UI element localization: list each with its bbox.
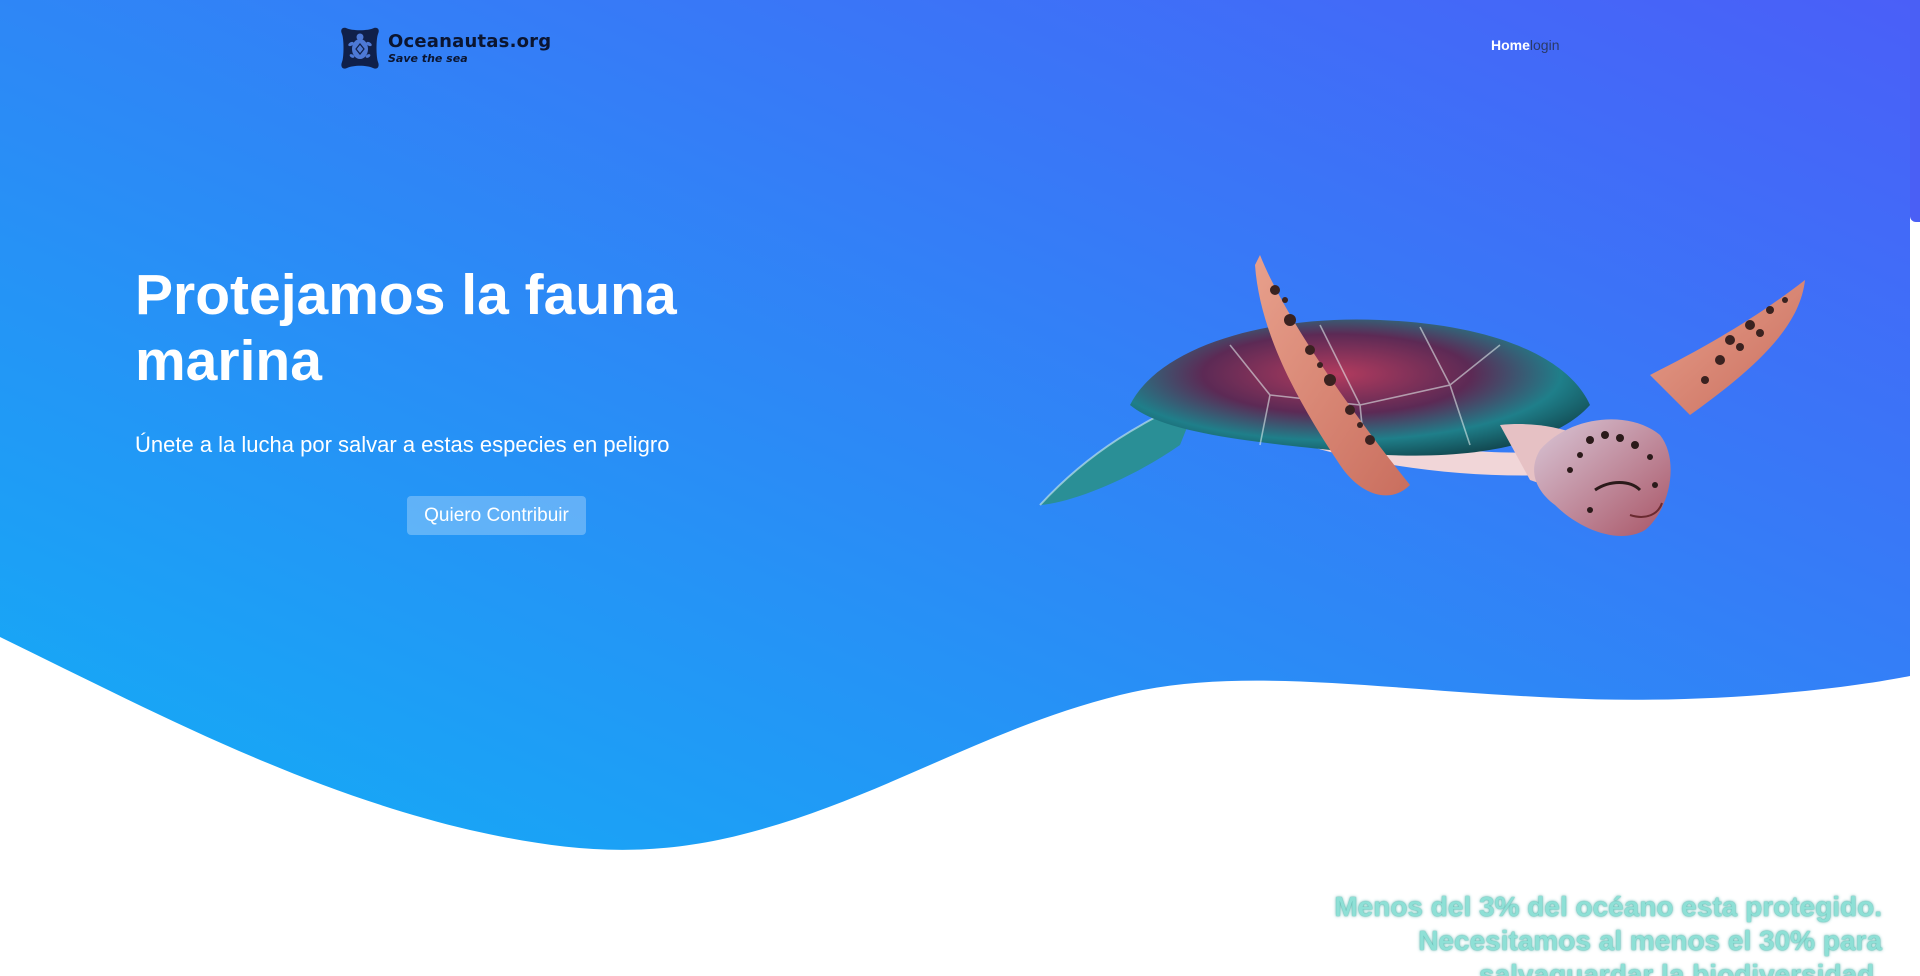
page: Oceanautas.org Save the sea Homelogin Pr…: [0, 0, 1920, 976]
brand-name: Oceanautas.org: [388, 30, 552, 52]
navbar: Oceanautas.org Save the sea Homelogin: [0, 0, 1920, 96]
brand[interactable]: Oceanautas.org Save the sea: [340, 25, 551, 71]
contribute-button[interactable]: Quiero Contribuir: [407, 496, 586, 535]
hero-title: Protejamos la fauna marina: [135, 263, 677, 393]
sea-turtle-image: [1039, 255, 1805, 536]
brand-tagline: Save the sea: [388, 51, 468, 65]
nav-login-link[interactable]: login: [1530, 37, 1560, 53]
turtle-logo-icon: [341, 27, 379, 69]
ocean-protection-stat: Menos del 3% del océano esta protegido. …: [1334, 891, 1882, 976]
nav-home-link[interactable]: Home: [1491, 37, 1530, 53]
nav-links: Homelogin: [1491, 37, 1560, 53]
hero-subtitle: Únete a la lucha por salvar a estas espe…: [135, 432, 670, 457]
